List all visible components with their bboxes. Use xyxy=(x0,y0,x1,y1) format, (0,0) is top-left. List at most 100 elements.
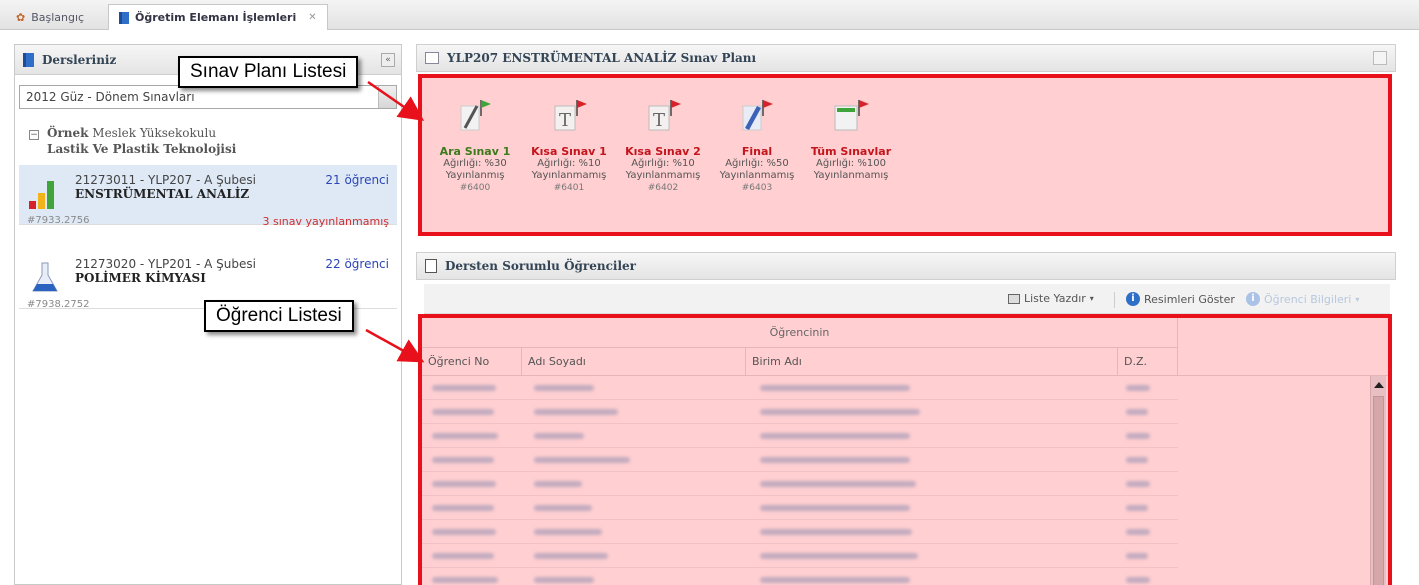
list-icon xyxy=(425,259,437,273)
scroll-thumb[interactable] xyxy=(1373,396,1384,585)
plan-callout: Sınav Planı Listesi xyxy=(178,56,359,88)
redacted-cell xyxy=(1126,529,1150,535)
print-list-label: Liste Yazdır xyxy=(1024,292,1086,305)
collapse-panel-button[interactable]: « xyxy=(381,53,395,67)
exam-plan-header: YLP207 ENSTRÜMENTAL ANALİZ Sınav Planı xyxy=(416,44,1396,72)
show-photos-label: Resimleri Göster xyxy=(1144,292,1235,306)
quiz-flag-icon: T xyxy=(554,100,587,131)
table-row[interactable] xyxy=(422,496,1178,520)
student-list: Öğrencinin Öğrenci No Adı Soyadı Birim A… xyxy=(418,314,1392,585)
exam-name: Ara Sınav 1 xyxy=(439,145,511,158)
redacted-cell xyxy=(760,529,912,535)
student-info-label: Öğrenci Bilgileri xyxy=(1264,292,1352,306)
quiz-flag-icon: T xyxy=(648,100,681,131)
chevron-down-icon: ▾ xyxy=(1089,294,1094,303)
redacted-cell xyxy=(534,553,608,559)
redacted-cell xyxy=(432,385,496,391)
course-item[interactable]: 21273011 - YLP207 - A Şubesi ENSTRÜMENTA… xyxy=(19,165,397,228)
svg-text:T: T xyxy=(559,110,571,131)
tab-bar: ✿ Başlangıç Öğretim Elemanı İşlemleri ✕ xyxy=(0,0,1419,30)
show-photos-button[interactable]: i Resimleri Göster xyxy=(1126,292,1235,306)
students-panel-title: Dersten Sorumlu Öğrenciler xyxy=(445,259,636,273)
school-tree-node[interactable]: − Örnek Meslek Yüksekokulu Lastik Ve Plas… xyxy=(29,125,236,157)
chevron-down-icon: ▾ xyxy=(1355,294,1360,304)
scroll-up-icon[interactable] xyxy=(1374,382,1384,388)
calendar-icon xyxy=(425,52,439,64)
pin-icon[interactable] xyxy=(1373,51,1387,65)
exam-item[interactable]: Final Ağırlığı: %50 Yayınlanmamış #6403 xyxy=(712,96,802,194)
course-id: #7933.2756 xyxy=(27,215,90,226)
exam-weight: Ağırlığı: %10 xyxy=(537,158,601,169)
exam-plan-list: Ara Sınav 1 Ağırlığı: %30 Yayınlanmış #6… xyxy=(418,74,1392,236)
exam-item[interactable]: T Kısa Sınav 2 Ağırlığı: %10 Yayınlanmam… xyxy=(618,96,708,194)
column-header-unit[interactable]: Birim Adı xyxy=(746,348,1118,376)
table-row[interactable] xyxy=(422,424,1178,448)
redacted-cell xyxy=(534,577,594,583)
exam-name: Final xyxy=(741,145,773,158)
table-row[interactable] xyxy=(422,544,1178,568)
exam-status: Yayınlanmamış xyxy=(625,170,701,181)
column-header-student-no[interactable]: Öğrenci No xyxy=(422,348,522,376)
redacted-cell xyxy=(432,577,498,583)
students-toolbar: Liste Yazdır ▾ i Resimleri Göster i Öğre… xyxy=(424,284,1390,314)
group-header: Öğrencinin xyxy=(422,318,1178,348)
student-count: 22 öğrenci xyxy=(325,257,389,271)
redacted-cell xyxy=(1126,433,1150,439)
redacted-cell xyxy=(760,481,916,487)
term-select[interactable]: 2012 Güz - Dönem Sınavları xyxy=(19,85,397,109)
close-tab-icon[interactable]: ✕ xyxy=(308,12,316,23)
pencil-flag-icon xyxy=(742,100,773,131)
redacted-cell xyxy=(432,409,494,415)
exam-plan-title: YLP207 ENSTRÜMENTAL ANALİZ Sınav Planı xyxy=(447,51,757,65)
redacted-cell xyxy=(534,505,592,511)
column-headers: Öğrenci No Adı Soyadı Birim Adı D.Z. xyxy=(422,348,1388,376)
tab-home-label: Başlangıç xyxy=(31,10,85,24)
exam-weight: Ağırlığı: %30 xyxy=(443,158,507,169)
redacted-cell xyxy=(760,577,910,583)
column-header-dz[interactable]: D.Z. xyxy=(1118,348,1178,376)
tab-home[interactable]: ✿ Başlangıç xyxy=(6,4,94,30)
redacted-cell xyxy=(534,409,618,415)
exam-name: Tüm Sınavlar xyxy=(810,145,892,158)
redacted-cell xyxy=(432,457,494,463)
column-header-name[interactable]: Adı Soyadı xyxy=(522,348,746,376)
student-info-button[interactable]: i Öğrenci Bilgileri ▾ xyxy=(1246,292,1359,306)
book-icon xyxy=(23,52,34,67)
vertical-scrollbar[interactable] xyxy=(1370,376,1386,585)
redacted-cell xyxy=(432,529,496,535)
exam-item[interactable]: T Kısa Sınav 1 Ağırlığı: %10 Yayınlanmam… xyxy=(524,96,614,194)
redacted-cell xyxy=(1126,385,1150,391)
redacted-cell xyxy=(534,385,594,391)
flask-icon xyxy=(32,262,58,292)
redacted-cell xyxy=(432,481,496,487)
redacted-cell xyxy=(760,409,920,415)
chevron-down-icon[interactable] xyxy=(378,86,396,108)
redacted-cell xyxy=(760,505,910,511)
redacted-cell xyxy=(760,457,910,463)
students-callout: Öğrenci Listesi xyxy=(204,300,354,332)
school-prefix: Örnek xyxy=(47,126,89,140)
redacted-cell xyxy=(1126,481,1150,487)
student-count: 21 öğrenci xyxy=(325,173,389,187)
book-icon xyxy=(119,11,129,24)
redacted-cell xyxy=(1126,553,1148,559)
program-name: Lastik Ve Plastik Teknolojisi xyxy=(47,142,237,156)
exam-status: Yayınlanmamış xyxy=(531,170,607,181)
table-row[interactable] xyxy=(422,448,1178,472)
exam-weight: Ağırlığı: %100 xyxy=(816,158,886,169)
table-row[interactable] xyxy=(422,472,1178,496)
exam-item[interactable]: Tüm Sınavlar Ağırlığı: %100 Yayınlanmamı… xyxy=(806,96,896,182)
exam-name: Kısa Sınav 2 xyxy=(625,145,701,158)
print-list-button[interactable]: Liste Yazdır ▾ xyxy=(1008,292,1094,305)
exam-item[interactable]: Ara Sınav 1 Ağırlığı: %30 Yayınlanmış #6… xyxy=(430,96,520,194)
exam-id: #6402 xyxy=(647,183,679,193)
table-row[interactable] xyxy=(422,568,1178,585)
table-row[interactable] xyxy=(422,376,1178,400)
redacted-cell xyxy=(534,481,582,487)
tab-instructor-operations[interactable]: Öğretim Elemanı İşlemleri ✕ xyxy=(108,4,328,30)
info-icon: i xyxy=(1126,292,1140,306)
courses-panel-title: Dersleriniz xyxy=(42,52,117,67)
tree-collapse-icon[interactable]: − xyxy=(29,130,39,140)
table-row[interactable] xyxy=(422,400,1178,424)
table-row[interactable] xyxy=(422,520,1178,544)
